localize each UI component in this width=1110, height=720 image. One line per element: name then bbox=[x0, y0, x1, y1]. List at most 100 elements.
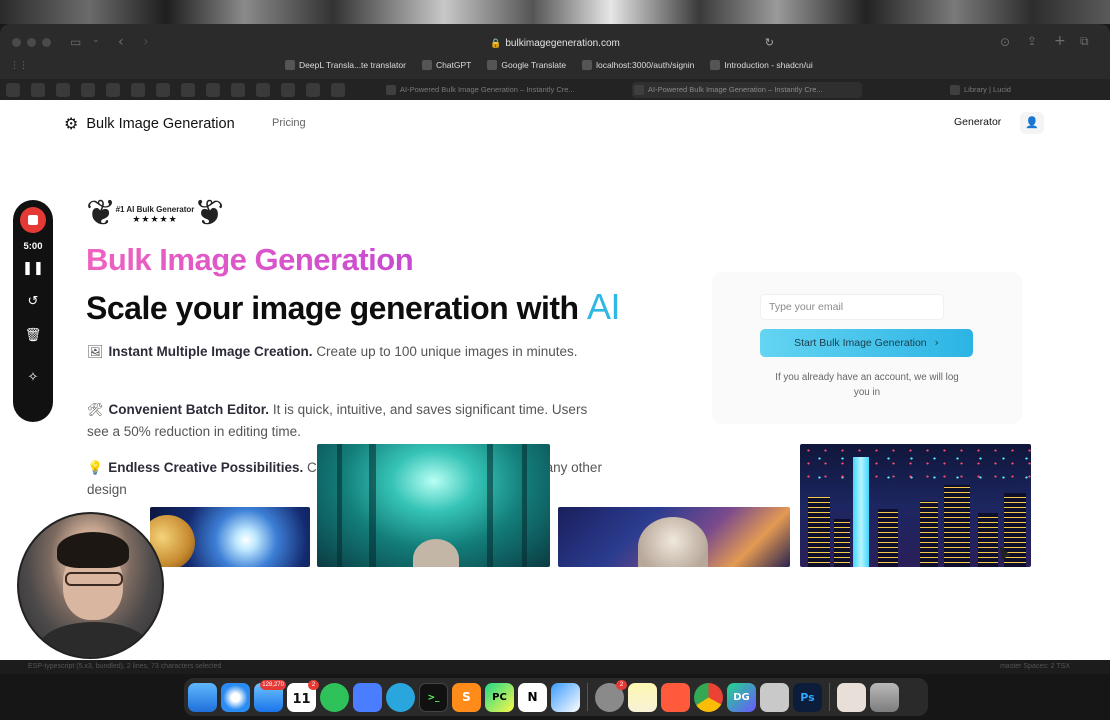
safari-icon[interactable] bbox=[221, 682, 250, 712]
address-bar[interactable]: 🔒 bulkimagegeneration.com ↻ bbox=[330, 32, 780, 54]
forward-icon[interactable]: › bbox=[143, 35, 149, 49]
pinned-tab[interactable] bbox=[81, 82, 95, 97]
generator-button[interactable]: Generator bbox=[942, 110, 1014, 135]
recording-time: 5:00 bbox=[23, 241, 43, 252]
laurel-right-icon: ❦ bbox=[193, 193, 224, 234]
feature-instant-creation: 🖼 Instant Multiple Image Creation. Create… bbox=[87, 342, 607, 364]
notion-icon[interactable]: N bbox=[518, 682, 547, 712]
minimize-window-button[interactable] bbox=[27, 38, 36, 47]
grid-icon[interactable]: ⋮⋮ bbox=[10, 62, 28, 71]
restart-icon[interactable]: ↺ bbox=[13, 294, 53, 309]
tab-bulk-image-1[interactable]: AI-Powered Bulk Image Generation – Insta… bbox=[384, 82, 600, 98]
share-icon[interactable]: ⇪ bbox=[1027, 35, 1037, 47]
dock-separator bbox=[829, 683, 830, 711]
bookmark-google-translate[interactable]: Google Translate bbox=[487, 60, 566, 70]
hero-subtitle: Scale your image generation with AI bbox=[86, 286, 620, 327]
email-input[interactable] bbox=[760, 294, 944, 320]
gallery-image-creature bbox=[558, 507, 790, 567]
browser-chrome: ▭ ⌄ ‹ › ⋮⋮ 🔒 bulkimagegeneration.com ↻ ⊙ … bbox=[0, 24, 1110, 100]
bookmark-chatgpt[interactable]: ChatGPT bbox=[421, 60, 471, 70]
pen-icon[interactable] bbox=[661, 682, 690, 712]
pinned-tab[interactable] bbox=[106, 82, 120, 97]
webcam-bubble[interactable] bbox=[17, 512, 164, 659]
person-shirt bbox=[39, 622, 149, 657]
pinned-tab[interactable] bbox=[6, 82, 20, 97]
reload-icon[interactable]: ↻ bbox=[765, 32, 774, 54]
pinned-tab[interactable] bbox=[156, 82, 170, 97]
zoom-window-button[interactable] bbox=[42, 38, 51, 47]
folder-icon bbox=[487, 60, 498, 70]
pycharm-icon[interactable]: PC bbox=[485, 682, 514, 712]
terminal-icon[interactable]: >_ bbox=[419, 682, 448, 712]
mail-icon[interactable]: 128,270 bbox=[254, 679, 286, 712]
pinned-tab[interactable] bbox=[256, 82, 270, 97]
start-generation-button[interactable]: Start Bulk Image Generation › bbox=[760, 329, 973, 357]
hero-title: Bulk Image Generation bbox=[86, 242, 414, 277]
stop-recording-button[interactable] bbox=[20, 207, 46, 233]
building bbox=[978, 513, 998, 567]
pinned-tab[interactable] bbox=[281, 82, 295, 97]
screen-recorder-widget: 5:00 ❚❚ ↺ 🗑 ✧ bbox=[13, 200, 53, 422]
lightbulb-icon: 💡 bbox=[87, 461, 104, 476]
pause-icon[interactable]: ❚❚ bbox=[13, 261, 53, 276]
person-glasses bbox=[65, 572, 123, 586]
feature-text: Create up to 100 unique images in minute… bbox=[316, 344, 578, 359]
notes-icon[interactable] bbox=[628, 682, 657, 712]
photoshop-icon[interactable]: Ps bbox=[793, 682, 822, 712]
close-window-button[interactable] bbox=[12, 38, 21, 47]
calendar-icon[interactable]: 11 2 bbox=[287, 679, 319, 712]
tree-trunk bbox=[522, 444, 527, 567]
bookmark-localhost[interactable]: localhost:3000/auth/signin bbox=[582, 60, 694, 70]
datagrip-icon[interactable]: DG bbox=[727, 682, 756, 712]
building bbox=[944, 485, 970, 567]
web-page: ⚙ Bulk Image Generation Pricing Generato… bbox=[0, 100, 1110, 660]
pricing-link[interactable]: Pricing bbox=[272, 117, 306, 129]
pinned-tab[interactable] bbox=[206, 82, 220, 97]
pinned-tab[interactable] bbox=[181, 82, 195, 97]
user-icon[interactable]: 👤 bbox=[1020, 112, 1044, 134]
login-note: If you already have an account, we will … bbox=[775, 372, 959, 398]
feature-title: Convenient Batch Editor. bbox=[108, 402, 270, 417]
signal-icon[interactable] bbox=[353, 682, 382, 712]
brand-name: Bulk Image Generation bbox=[86, 115, 235, 132]
trash-bin-icon[interactable] bbox=[870, 682, 899, 712]
tab-bulk-image-2[interactable]: AI-Powered Bulk Image Generation – Insta… bbox=[632, 82, 862, 98]
chrome-icon[interactable] bbox=[694, 682, 723, 712]
sublime-icon[interactable]: S bbox=[452, 682, 481, 712]
bookmark-shadcn[interactable]: Introduction - shadcn/ui bbox=[710, 60, 813, 70]
pinned-tab[interactable] bbox=[231, 82, 245, 97]
building bbox=[878, 509, 898, 567]
dock-separator bbox=[587, 683, 588, 711]
new-tab-icon[interactable]: + bbox=[1054, 34, 1066, 48]
brand-logo[interactable]: ⚙ Bulk Image Generation bbox=[64, 114, 235, 133]
screen: ▭ ⌄ ‹ › ⋮⋮ 🔒 bulkimagegeneration.com ↻ ⊙ … bbox=[0, 0, 1110, 720]
trash-icon[interactable]: 🗑 bbox=[13, 328, 53, 343]
tab-lucid[interactable]: Library | Lucid bbox=[948, 82, 1068, 98]
photos-icon[interactable] bbox=[551, 682, 580, 712]
download-icon[interactable]: ⊙ bbox=[1000, 36, 1010, 48]
pinned-tab[interactable] bbox=[131, 82, 145, 97]
bookmark-deepl[interactable]: DeepL Transla...te translator bbox=[285, 60, 406, 70]
whatsapp-icon[interactable] bbox=[320, 682, 349, 712]
screenshot-icon[interactable] bbox=[760, 682, 789, 712]
effects-icon[interactable]: ✧ bbox=[13, 370, 53, 385]
pinned-tab[interactable] bbox=[306, 82, 320, 97]
back-icon[interactable]: ‹ bbox=[118, 35, 124, 49]
pinned-tab[interactable] bbox=[56, 82, 70, 97]
pinned-tab[interactable] bbox=[331, 82, 345, 97]
deepl-icon bbox=[285, 60, 295, 70]
lock-icon: 🔒 bbox=[490, 38, 502, 48]
downloads-stack-icon[interactable] bbox=[837, 682, 866, 712]
tree-trunk bbox=[337, 444, 342, 567]
pinned-tab[interactable] bbox=[31, 82, 45, 97]
settings-icon[interactable]: 2 bbox=[595, 679, 627, 712]
sidebar-icon[interactable]: ▭ bbox=[70, 36, 81, 48]
dock: 128,270 11 2 >_ S PC N 2 DG Ps bbox=[184, 678, 928, 716]
feature-batch-editor: 🛠 Convenient Batch Editor. It is quick, i… bbox=[87, 400, 607, 442]
tab-overview-icon[interactable]: ⧉ bbox=[1080, 35, 1089, 47]
telegram-icon[interactable] bbox=[386, 682, 415, 712]
chevron-right-icon: › bbox=[934, 337, 939, 349]
desktop-wallpaper bbox=[0, 0, 1110, 24]
finder-icon[interactable] bbox=[188, 682, 217, 712]
chevron-down-icon[interactable]: ⌄ bbox=[92, 36, 100, 45]
